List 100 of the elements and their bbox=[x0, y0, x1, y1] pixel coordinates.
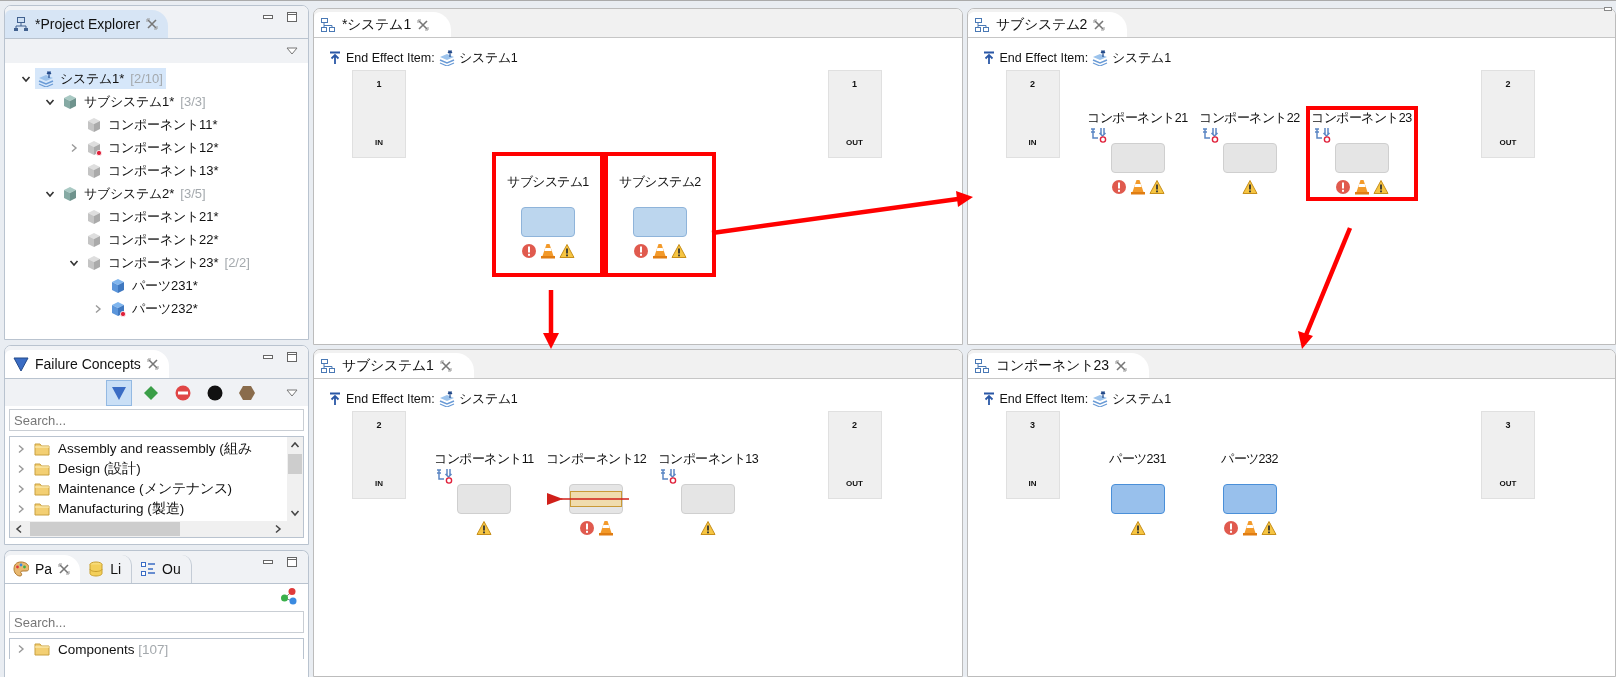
cube-icon bbox=[86, 116, 102, 133]
molecule-icon[interactable] bbox=[280, 587, 298, 605]
close-icon[interactable] bbox=[1093, 18, 1106, 31]
layers-icon bbox=[1092, 50, 1109, 66]
block-node[interactable] bbox=[681, 484, 735, 514]
block-node[interactable] bbox=[569, 484, 623, 514]
trace-icon bbox=[436, 468, 454, 484]
diagram-icon bbox=[973, 16, 990, 33]
traffic-cone-icon bbox=[1129, 179, 1146, 195]
close-icon[interactable] bbox=[146, 358, 159, 370]
horizontal-scrollbar[interactable] bbox=[10, 521, 287, 537]
traffic-cone-icon bbox=[1241, 520, 1258, 536]
traffic-cone-icon bbox=[540, 243, 556, 259]
end-effect-item: システム1 bbox=[458, 390, 518, 408]
block-node[interactable] bbox=[457, 484, 511, 514]
end-effect-label: End Effect Item: bbox=[999, 51, 1089, 65]
scroll-left-icon[interactable] bbox=[14, 524, 24, 534]
close-icon[interactable] bbox=[146, 18, 159, 30]
editor-tab[interactable]: コンポーネント23 bbox=[967, 353, 1150, 378]
block-node[interactable] bbox=[521, 207, 575, 237]
folder-icon bbox=[34, 461, 50, 477]
minimize-icon[interactable] bbox=[1604, 5, 1612, 13]
node-label: コンポーネント13 bbox=[657, 451, 759, 468]
scrollbar-thumb[interactable] bbox=[288, 454, 302, 474]
node-label: パーツ231 bbox=[1109, 451, 1166, 468]
tree-item[interactable]: サブシステム1* [3/3] bbox=[59, 91, 209, 112]
chevron-right-icon[interactable] bbox=[69, 142, 79, 153]
search-field[interactable]: Search... bbox=[9, 409, 304, 431]
list-item[interactable]: Manufacturing (製造) bbox=[58, 500, 185, 518]
editor-tab[interactable]: サブシステム1 bbox=[314, 353, 474, 378]
tree-item[interactable]: コンポーネント11* bbox=[83, 114, 221, 135]
chevron-right-icon[interactable] bbox=[16, 644, 26, 654]
list-item[interactable]: Maintenance (メンテナンス) bbox=[58, 480, 233, 498]
scroll-down-icon[interactable] bbox=[290, 508, 300, 518]
block-node[interactable] bbox=[1222, 484, 1277, 514]
error-icon bbox=[578, 520, 595, 536]
view-tab[interactable]: *Project Explorer bbox=[5, 10, 169, 38]
search-field[interactable]: Search... bbox=[9, 611, 304, 633]
tree-item[interactable]: コンポーネント22* bbox=[83, 229, 222, 250]
layers-icon bbox=[1092, 391, 1109, 407]
tree-item[interactable]: パーツ231* bbox=[107, 275, 201, 296]
tree-item[interactable]: コンポーネント12* bbox=[83, 137, 222, 158]
list-item[interactable]: Assembly and reassembly (組み bbox=[58, 440, 252, 458]
cube-icon bbox=[62, 93, 78, 110]
folder-icon bbox=[34, 441, 50, 457]
node-label: サブシステム2 bbox=[619, 174, 701, 191]
cube-icon bbox=[110, 277, 126, 294]
block-node[interactable] bbox=[1110, 484, 1165, 514]
warning-icon bbox=[1129, 520, 1146, 536]
scroll-right-icon[interactable] bbox=[273, 524, 283, 534]
chevron-right-icon[interactable] bbox=[93, 303, 103, 314]
end-effect-label: End Effect Item: bbox=[346, 392, 435, 406]
error-icon bbox=[521, 243, 537, 259]
tree-item[interactable]: システム1* [2/10] bbox=[35, 68, 166, 89]
tree-item[interactable]: サブシステム2* [3/5] bbox=[59, 183, 209, 204]
end-effect-item: システム1 bbox=[1112, 49, 1172, 67]
close-icon[interactable] bbox=[58, 563, 71, 575]
end-effect-item: システム1 bbox=[1112, 390, 1172, 408]
error-icon bbox=[1334, 179, 1351, 195]
trace-icon bbox=[1089, 127, 1108, 143]
block-node[interactable] bbox=[633, 207, 687, 237]
close-icon[interactable] bbox=[417, 18, 430, 31]
traffic-cone-icon bbox=[597, 520, 614, 536]
tree-item[interactable]: パーツ232* bbox=[107, 298, 201, 319]
close-icon[interactable] bbox=[439, 359, 452, 372]
end-effect-item: システム1 bbox=[458, 49, 518, 67]
tree-item[interactable]: コンポーネント21* bbox=[83, 206, 222, 227]
arrow-up-icon bbox=[981, 51, 996, 65]
close-icon[interactable] bbox=[1115, 359, 1128, 372]
outline-icon bbox=[140, 561, 157, 577]
maximize-icon[interactable] bbox=[286, 11, 298, 23]
editor-tab[interactable]: サブシステム2 bbox=[967, 12, 1128, 37]
no-entry-icon bbox=[174, 383, 192, 402]
filter-toggle[interactable] bbox=[106, 379, 132, 406]
block-node[interactable] bbox=[1334, 143, 1389, 173]
warning-icon bbox=[476, 520, 492, 536]
scroll-up-icon[interactable] bbox=[290, 440, 300, 450]
block-node[interactable] bbox=[1110, 143, 1165, 173]
node-label: コンポーネント23 bbox=[1311, 110, 1412, 127]
view-menu-icon[interactable] bbox=[286, 45, 298, 57]
tree-item[interactable]: コンポーネント13* bbox=[83, 160, 222, 181]
warning-icon bbox=[559, 243, 575, 259]
cube-icon bbox=[86, 231, 102, 248]
scrollbar-thumb[interactable] bbox=[30, 522, 180, 536]
block-node[interactable] bbox=[1222, 143, 1277, 173]
cube-icon bbox=[86, 208, 102, 225]
maximize-icon[interactable] bbox=[286, 351, 298, 363]
cube-icon bbox=[86, 162, 102, 179]
view-tab[interactable]: Pa bbox=[5, 555, 81, 583]
list-item[interactable]: Design (設計) bbox=[58, 460, 141, 478]
node-label: サブシステム1 bbox=[507, 174, 589, 191]
cube-icon bbox=[62, 185, 78, 202]
hexagon-icon bbox=[238, 383, 256, 402]
view-tab[interactable]: Failure Concepts bbox=[5, 350, 169, 378]
maximize-icon[interactable] bbox=[286, 556, 298, 568]
editor-tab[interactable]: *システム1 bbox=[314, 12, 452, 37]
tree-item[interactable]: コンポーネント23* [2/2] bbox=[83, 252, 253, 273]
warning-icon bbox=[671, 243, 687, 259]
view-menu-icon[interactable] bbox=[286, 386, 298, 399]
vertical-scrollbar[interactable] bbox=[287, 437, 303, 521]
